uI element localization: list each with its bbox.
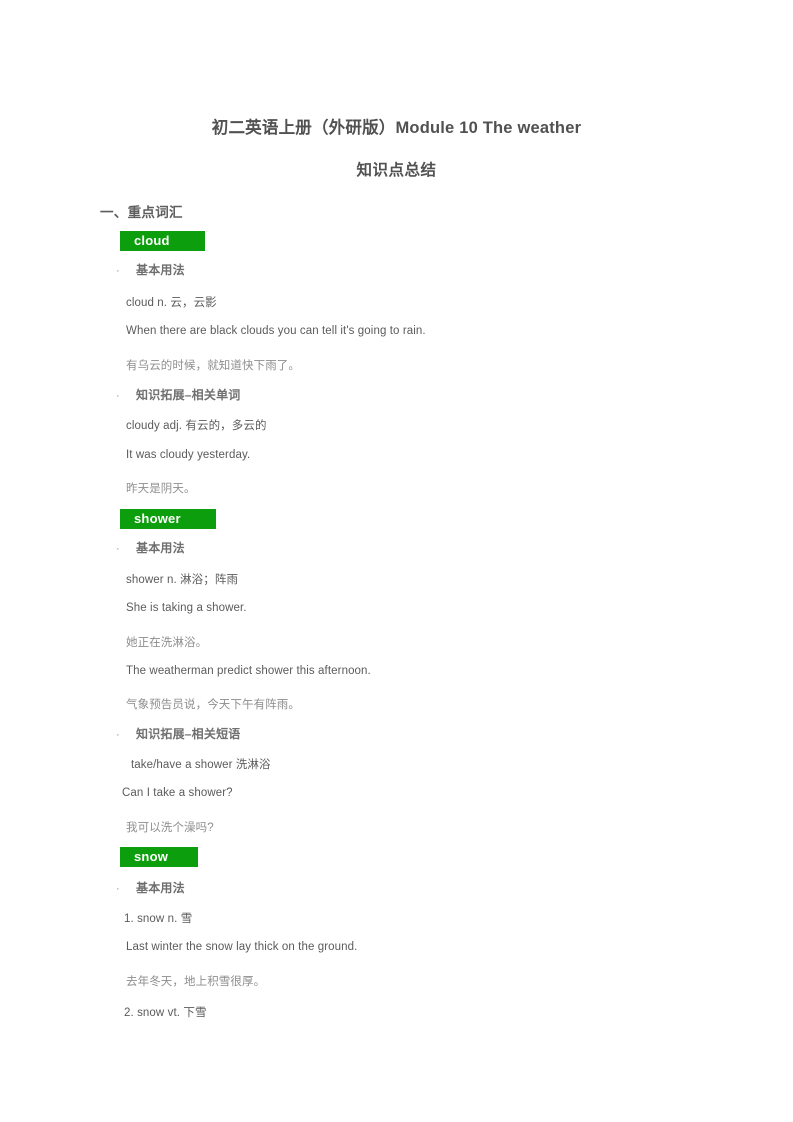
subsection-heading: · 基本用法 [116,261,185,278]
translation-line-zh: 气象预告员说，今天下午有阵雨。 [126,699,300,711]
bullet-dot-icon: · [116,728,120,741]
example-sentence-en: The weatherman predict shower this after… [126,665,371,677]
definition-line: take/have a shower 洗淋浴 [131,759,271,771]
definition-line: 1. snow n. 雪 [124,913,193,925]
vocabulary-badge-snow: snow [120,847,198,867]
definition-line: cloudy adj. 有云的，多云的 [126,420,267,432]
example-sentence-en: It was cloudy yesterday. [126,449,251,461]
translation-line-zh: 去年冬天，地上积雪很厚。 [126,976,266,988]
example-sentence-en: Can I take a shower? [122,787,233,799]
subsection-heading: · 基本用法 [116,539,185,556]
vocabulary-badge-shower: shower [120,509,216,529]
translation-line-zh: 昨天是阴天。 [126,483,196,495]
definition-line: shower n. 淋浴；阵雨 [126,574,239,586]
section-heading-vocabulary: 一、重点词汇 [100,205,183,220]
bullet-dot-icon: · [116,542,120,555]
document-page: 初二英语上册（外研版）Module 10 The weather 知识点总结 一… [0,0,793,1122]
definition-line: cloud n. 云，云影 [126,297,217,309]
translation-line-zh: 有乌云的时候，就知道快下雨了。 [126,360,300,372]
vocabulary-badge-cloud: cloud [120,231,205,251]
bullet-dot-icon: · [116,264,120,277]
subsection-heading-label: 知识拓展–相关单词 [136,388,241,402]
subsection-heading-label: 基本用法 [136,263,185,277]
definition-line: 2. snow vt. 下雪 [124,1007,207,1019]
subsection-heading: · 基本用法 [116,879,185,896]
translation-line-zh: 我可以洗个澡吗? [126,822,214,834]
subsection-heading-label: 知识拓展–相关短语 [136,727,241,741]
translation-line-zh: 她正在洗淋浴。 [126,637,208,649]
example-sentence-en: She is taking a shower. [126,602,247,614]
bullet-dot-icon: · [116,389,120,402]
bullet-dot-icon: · [116,882,120,895]
example-sentence-en: When there are black clouds you can tell… [126,325,426,337]
document-subtitle: 知识点总结 [356,162,437,179]
subsection-heading: · 知识拓展–相关短语 [116,725,240,742]
document-title: 初二英语上册（外研版）Module 10 The weather [211,119,582,137]
subsection-heading-label: 基本用法 [136,541,185,555]
example-sentence-en: Last winter the snow lay thick on the gr… [126,941,358,953]
subsection-heading: · 知识拓展–相关单词 [116,386,240,403]
subsection-heading-label: 基本用法 [136,881,185,895]
